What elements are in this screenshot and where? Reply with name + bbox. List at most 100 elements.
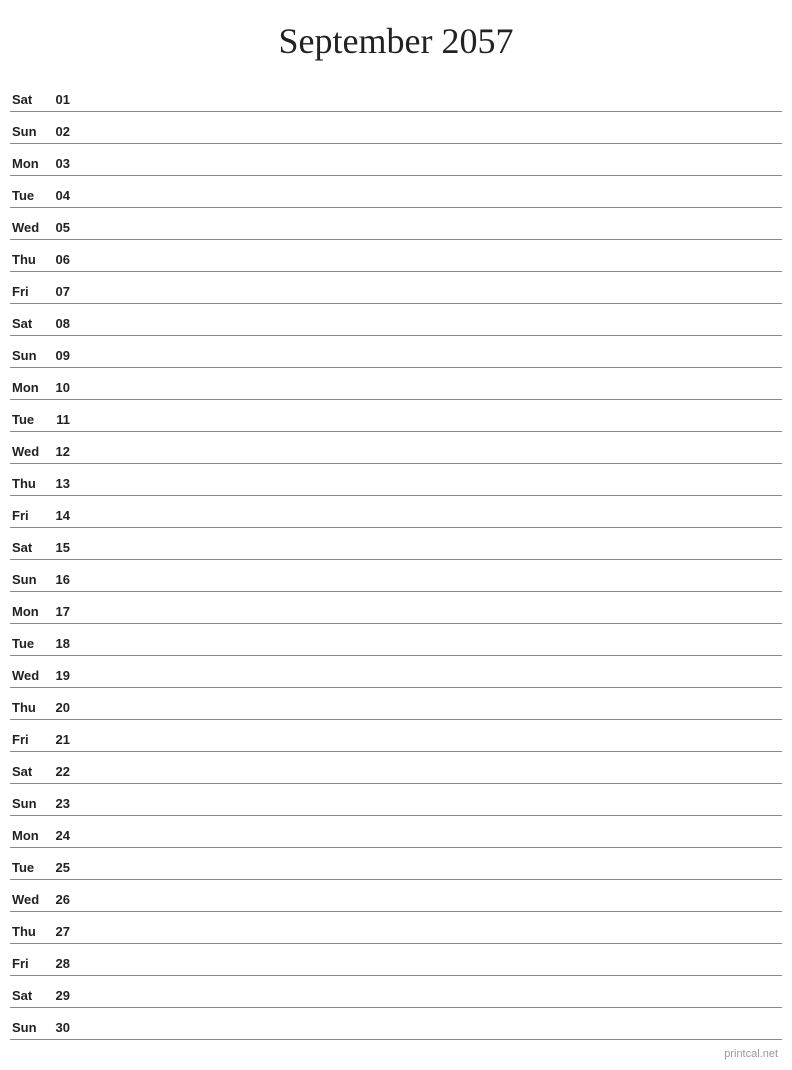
day-number: 18 <box>48 636 76 651</box>
day-row: Tue18 <box>10 624 782 656</box>
day-line <box>76 938 782 939</box>
day-number: 24 <box>48 828 76 843</box>
calendar-rows: Sat01Sun02Mon03Tue04Wed05Thu06Fri07Sat08… <box>10 80 782 1040</box>
day-name: Mon <box>10 604 48 619</box>
day-row: Sun30 <box>10 1008 782 1040</box>
day-name: Fri <box>10 956 48 971</box>
day-number: 16 <box>48 572 76 587</box>
day-number: 08 <box>48 316 76 331</box>
day-name: Tue <box>10 412 48 427</box>
day-number: 20 <box>48 700 76 715</box>
day-name: Wed <box>10 668 48 683</box>
day-row: Tue11 <box>10 400 782 432</box>
day-line <box>76 362 782 363</box>
day-name: Thu <box>10 700 48 715</box>
day-name: Thu <box>10 476 48 491</box>
day-name: Sat <box>10 92 48 107</box>
day-number: 02 <box>48 124 76 139</box>
day-row: Thu13 <box>10 464 782 496</box>
day-number: 29 <box>48 988 76 1003</box>
day-name: Sun <box>10 1020 48 1035</box>
day-row: Mon10 <box>10 368 782 400</box>
day-line <box>76 778 782 779</box>
day-number: 15 <box>48 540 76 555</box>
day-row: Thu20 <box>10 688 782 720</box>
day-line <box>76 618 782 619</box>
day-number: 04 <box>48 188 76 203</box>
day-number: 12 <box>48 444 76 459</box>
day-number: 13 <box>48 476 76 491</box>
day-line <box>76 586 782 587</box>
day-row: Fri07 <box>10 272 782 304</box>
day-number: 26 <box>48 892 76 907</box>
day-line <box>76 1002 782 1003</box>
calendar-page: September 2057 Sat01Sun02Mon03Tue04Wed05… <box>0 0 792 1070</box>
day-number: 30 <box>48 1020 76 1035</box>
day-row: Tue25 <box>10 848 782 880</box>
day-number: 28 <box>48 956 76 971</box>
day-name: Tue <box>10 188 48 203</box>
day-name: Mon <box>10 156 48 171</box>
day-line <box>76 746 782 747</box>
day-name: Sat <box>10 764 48 779</box>
day-line <box>76 970 782 971</box>
day-row: Sat01 <box>10 80 782 112</box>
day-name: Fri <box>10 284 48 299</box>
day-line <box>76 426 782 427</box>
day-row: Sun09 <box>10 336 782 368</box>
day-number: 07 <box>48 284 76 299</box>
day-name: Sun <box>10 796 48 811</box>
day-line <box>76 1034 782 1035</box>
day-name: Sun <box>10 348 48 363</box>
day-line <box>76 106 782 107</box>
day-row: Wed12 <box>10 432 782 464</box>
day-number: 27 <box>48 924 76 939</box>
day-line <box>76 714 782 715</box>
day-name: Sat <box>10 316 48 331</box>
day-row: Wed26 <box>10 880 782 912</box>
day-line <box>76 682 782 683</box>
calendar-title: September 2057 <box>10 20 782 62</box>
day-number: 19 <box>48 668 76 683</box>
day-name: Wed <box>10 444 48 459</box>
day-name: Wed <box>10 892 48 907</box>
day-row: Sun16 <box>10 560 782 592</box>
day-name: Sat <box>10 988 48 1003</box>
day-name: Tue <box>10 860 48 875</box>
day-row: Tue04 <box>10 176 782 208</box>
day-row: Wed19 <box>10 656 782 688</box>
day-name: Mon <box>10 828 48 843</box>
day-line <box>76 266 782 267</box>
day-number: 23 <box>48 796 76 811</box>
day-line <box>76 298 782 299</box>
day-line <box>76 490 782 491</box>
day-row: Mon17 <box>10 592 782 624</box>
day-number: 10 <box>48 380 76 395</box>
day-row: Fri28 <box>10 944 782 976</box>
day-row: Wed05 <box>10 208 782 240</box>
day-row: Sat22 <box>10 752 782 784</box>
day-line <box>76 234 782 235</box>
day-number: 06 <box>48 252 76 267</box>
day-line <box>76 202 782 203</box>
day-row: Sat15 <box>10 528 782 560</box>
day-number: 21 <box>48 732 76 747</box>
day-number: 05 <box>48 220 76 235</box>
day-line <box>76 906 782 907</box>
day-name: Sat <box>10 540 48 555</box>
day-name: Fri <box>10 732 48 747</box>
day-line <box>76 170 782 171</box>
day-name: Mon <box>10 380 48 395</box>
day-line <box>76 650 782 651</box>
day-line <box>76 842 782 843</box>
day-line <box>76 522 782 523</box>
day-number: 14 <box>48 508 76 523</box>
day-number: 09 <box>48 348 76 363</box>
day-line <box>76 394 782 395</box>
day-name: Thu <box>10 924 48 939</box>
day-number: 01 <box>48 92 76 107</box>
day-row: Sun23 <box>10 784 782 816</box>
day-row: Thu27 <box>10 912 782 944</box>
day-line <box>76 138 782 139</box>
day-row: Sat29 <box>10 976 782 1008</box>
